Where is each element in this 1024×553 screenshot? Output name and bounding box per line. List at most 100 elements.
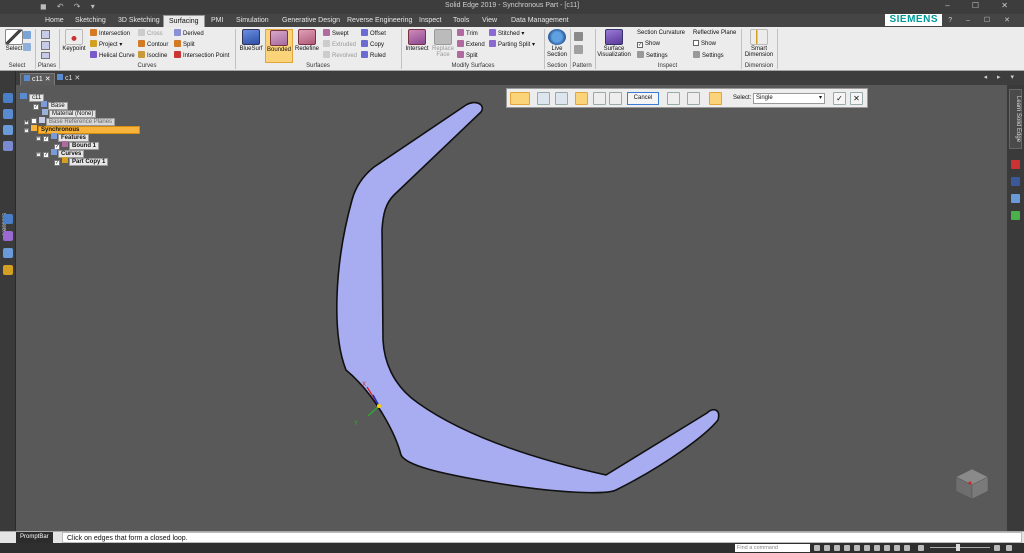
show-checkbox[interactable] xyxy=(693,40,699,46)
community-icon[interactable] xyxy=(1011,194,1020,203)
zoom-slider-thumb[interactable] xyxy=(956,544,960,551)
pathfinder-icon[interactable] xyxy=(3,93,13,103)
smart-dimension-button[interactable]: Smart Dimension xyxy=(743,29,775,58)
intersection-point-button[interactable]: Intersection Point xyxy=(174,51,229,60)
finish-icon[interactable] xyxy=(687,92,700,105)
tree-node-curves[interactable]: − ✓ Curves xyxy=(36,149,85,158)
redefine-button[interactable]: Redefine xyxy=(294,29,320,52)
trim-button[interactable]: Trim xyxy=(457,29,478,38)
split-curve-button[interactable]: Split xyxy=(174,40,195,49)
measure-icon[interactable] xyxy=(3,265,13,275)
plane-icon[interactable] xyxy=(41,30,50,39)
tree-node-reference-planes[interactable]: + Base Reference Planes xyxy=(24,117,116,126)
zoom-area-icon[interactable] xyxy=(814,545,820,551)
plane-normal-icon[interactable] xyxy=(41,41,50,50)
view-orientation-icon[interactable] xyxy=(874,545,880,551)
doc-tab-c11[interactable]: c11 ✕ xyxy=(20,73,55,85)
rotate-icon[interactable] xyxy=(854,545,860,551)
parts-library-icon[interactable] xyxy=(3,248,13,258)
isocline-button[interactable]: Isocline xyxy=(138,51,167,60)
tab-data-management[interactable]: Data Management xyxy=(506,15,574,27)
replace-face-button[interactable]: Replace Face xyxy=(431,29,455,58)
reflective-plane-settings[interactable]: Settings xyxy=(693,51,724,60)
doc-tab-c1[interactable]: c1 ✕ xyxy=(54,73,83,85)
surface-visualization-button[interactable]: Surface Visualization xyxy=(596,29,632,58)
close-icon[interactable]: ✕ xyxy=(45,76,51,83)
contour-button[interactable]: Contour xyxy=(138,40,168,49)
tab-pmi[interactable]: PMI xyxy=(206,15,228,27)
tab-surfacing[interactable]: Surfacing xyxy=(163,15,205,27)
collapse-icon[interactable]: − xyxy=(36,152,41,157)
select-filter-icon[interactable] xyxy=(23,43,31,51)
full-screen-icon[interactable] xyxy=(1006,545,1012,551)
learn-solid-edge-tab[interactable]: Learn Solid Edge xyxy=(1009,89,1022,149)
select-mode-dropdown[interactable]: Single ▾ xyxy=(753,93,825,104)
facebook-icon[interactable] xyxy=(1011,177,1020,186)
zoom-slider[interactable] xyxy=(930,547,990,548)
tab-simulation[interactable]: Simulation xyxy=(231,15,274,27)
accept-icon[interactable]: ✓ xyxy=(833,92,846,105)
tab-tools[interactable]: Tools xyxy=(448,15,474,27)
collapse-icon[interactable]: − xyxy=(36,136,41,141)
select-button[interactable]: Select xyxy=(4,29,24,52)
stitched-button[interactable]: Stitched ▾ xyxy=(489,29,524,38)
bluesurf-button[interactable]: BlueSurf xyxy=(238,29,264,52)
zoom-icon[interactable] xyxy=(824,545,830,551)
helical-curve-button[interactable]: Helical Curve xyxy=(90,51,135,60)
zoom-in-icon[interactable] xyxy=(994,545,1000,551)
reuse-icon[interactable] xyxy=(3,141,13,151)
derived-button[interactable]: Derived xyxy=(174,29,204,38)
reflective-plane-show[interactable]: Show xyxy=(693,40,716,49)
show-checkbox[interactable]: ✓ xyxy=(637,42,643,48)
visibility-checkbox[interactable]: ✓ xyxy=(43,136,49,142)
visibility-checkbox[interactable]: ✓ xyxy=(43,152,49,158)
collapse-icon[interactable]: − xyxy=(24,128,29,133)
step-icon[interactable] xyxy=(555,92,568,105)
tree-node-material[interactable]: Material (None) xyxy=(42,109,97,118)
section-curvature-settings[interactable]: Settings xyxy=(637,51,668,60)
zoom-out-icon[interactable] xyxy=(918,545,924,551)
family-icon[interactable] xyxy=(3,231,13,241)
tab-reverse-engineering[interactable]: Reverse Engineering xyxy=(342,15,417,27)
tab-home[interactable]: Home xyxy=(40,15,69,27)
section-curvature-show[interactable]: ✓ Show xyxy=(637,40,660,49)
extruded-button[interactable]: Extruded xyxy=(323,40,356,49)
tab-3d-sketching[interactable]: 3D Sketching xyxy=(113,15,165,27)
project-button[interactable]: Project ▾ xyxy=(90,40,122,49)
bounded-button[interactable]: Bounded xyxy=(265,29,293,63)
graphics-viewport[interactable]: X Y xyxy=(16,85,1007,531)
tree-node-synchronous[interactable]: − Synchronous xyxy=(24,125,141,134)
tree-root[interactable]: c11 xyxy=(20,93,45,102)
mirror-icon[interactable] xyxy=(574,45,583,54)
model-view[interactable]: X Y xyxy=(16,85,1007,531)
tab-inspect[interactable]: Inspect xyxy=(414,15,447,27)
parting-split-button[interactable]: Parting Split ▾ xyxy=(489,40,535,49)
tree-node-base[interactable]: ✓ Base xyxy=(33,101,68,110)
pan-icon[interactable] xyxy=(844,545,850,551)
preview-icon[interactable] xyxy=(667,92,680,105)
visibility-checkbox[interactable]: ✓ xyxy=(54,160,60,166)
tab-sketching[interactable]: Sketching xyxy=(70,15,111,27)
youtube-icon[interactable] xyxy=(1011,160,1020,169)
tree-node-bound-1[interactable]: ✓ Bound 1 xyxy=(54,141,99,150)
edge-step-icon[interactable] xyxy=(575,92,588,105)
offset-button[interactable]: Offset xyxy=(361,29,386,38)
options-icon[interactable] xyxy=(537,92,550,105)
visibility-checkbox[interactable]: ✓ xyxy=(33,104,39,110)
swept-button[interactable]: Swept xyxy=(323,29,349,38)
split-surface-button[interactable]: Split xyxy=(457,51,478,60)
cancel-button[interactable]: Cancel xyxy=(627,92,659,105)
pattern-icon[interactable] xyxy=(574,32,583,41)
tangency-icon[interactable] xyxy=(593,92,606,105)
revolved-button[interactable]: Revolved xyxy=(323,51,357,60)
close-icon[interactable]: ✕ xyxy=(74,75,80,82)
keypoint-button[interactable]: Keypoint xyxy=(61,29,87,52)
visibility-checkbox[interactable] xyxy=(31,118,37,124)
intersection-button[interactable]: Intersection xyxy=(90,29,130,38)
tab-view[interactable]: View xyxy=(477,15,502,27)
shading-icon[interactable] xyxy=(884,545,890,551)
help-icon[interactable] xyxy=(1011,211,1020,220)
layers-icon[interactable] xyxy=(3,109,13,119)
plane-parallel-icon[interactable] xyxy=(41,52,50,59)
cross-button[interactable]: Cross xyxy=(138,29,163,38)
